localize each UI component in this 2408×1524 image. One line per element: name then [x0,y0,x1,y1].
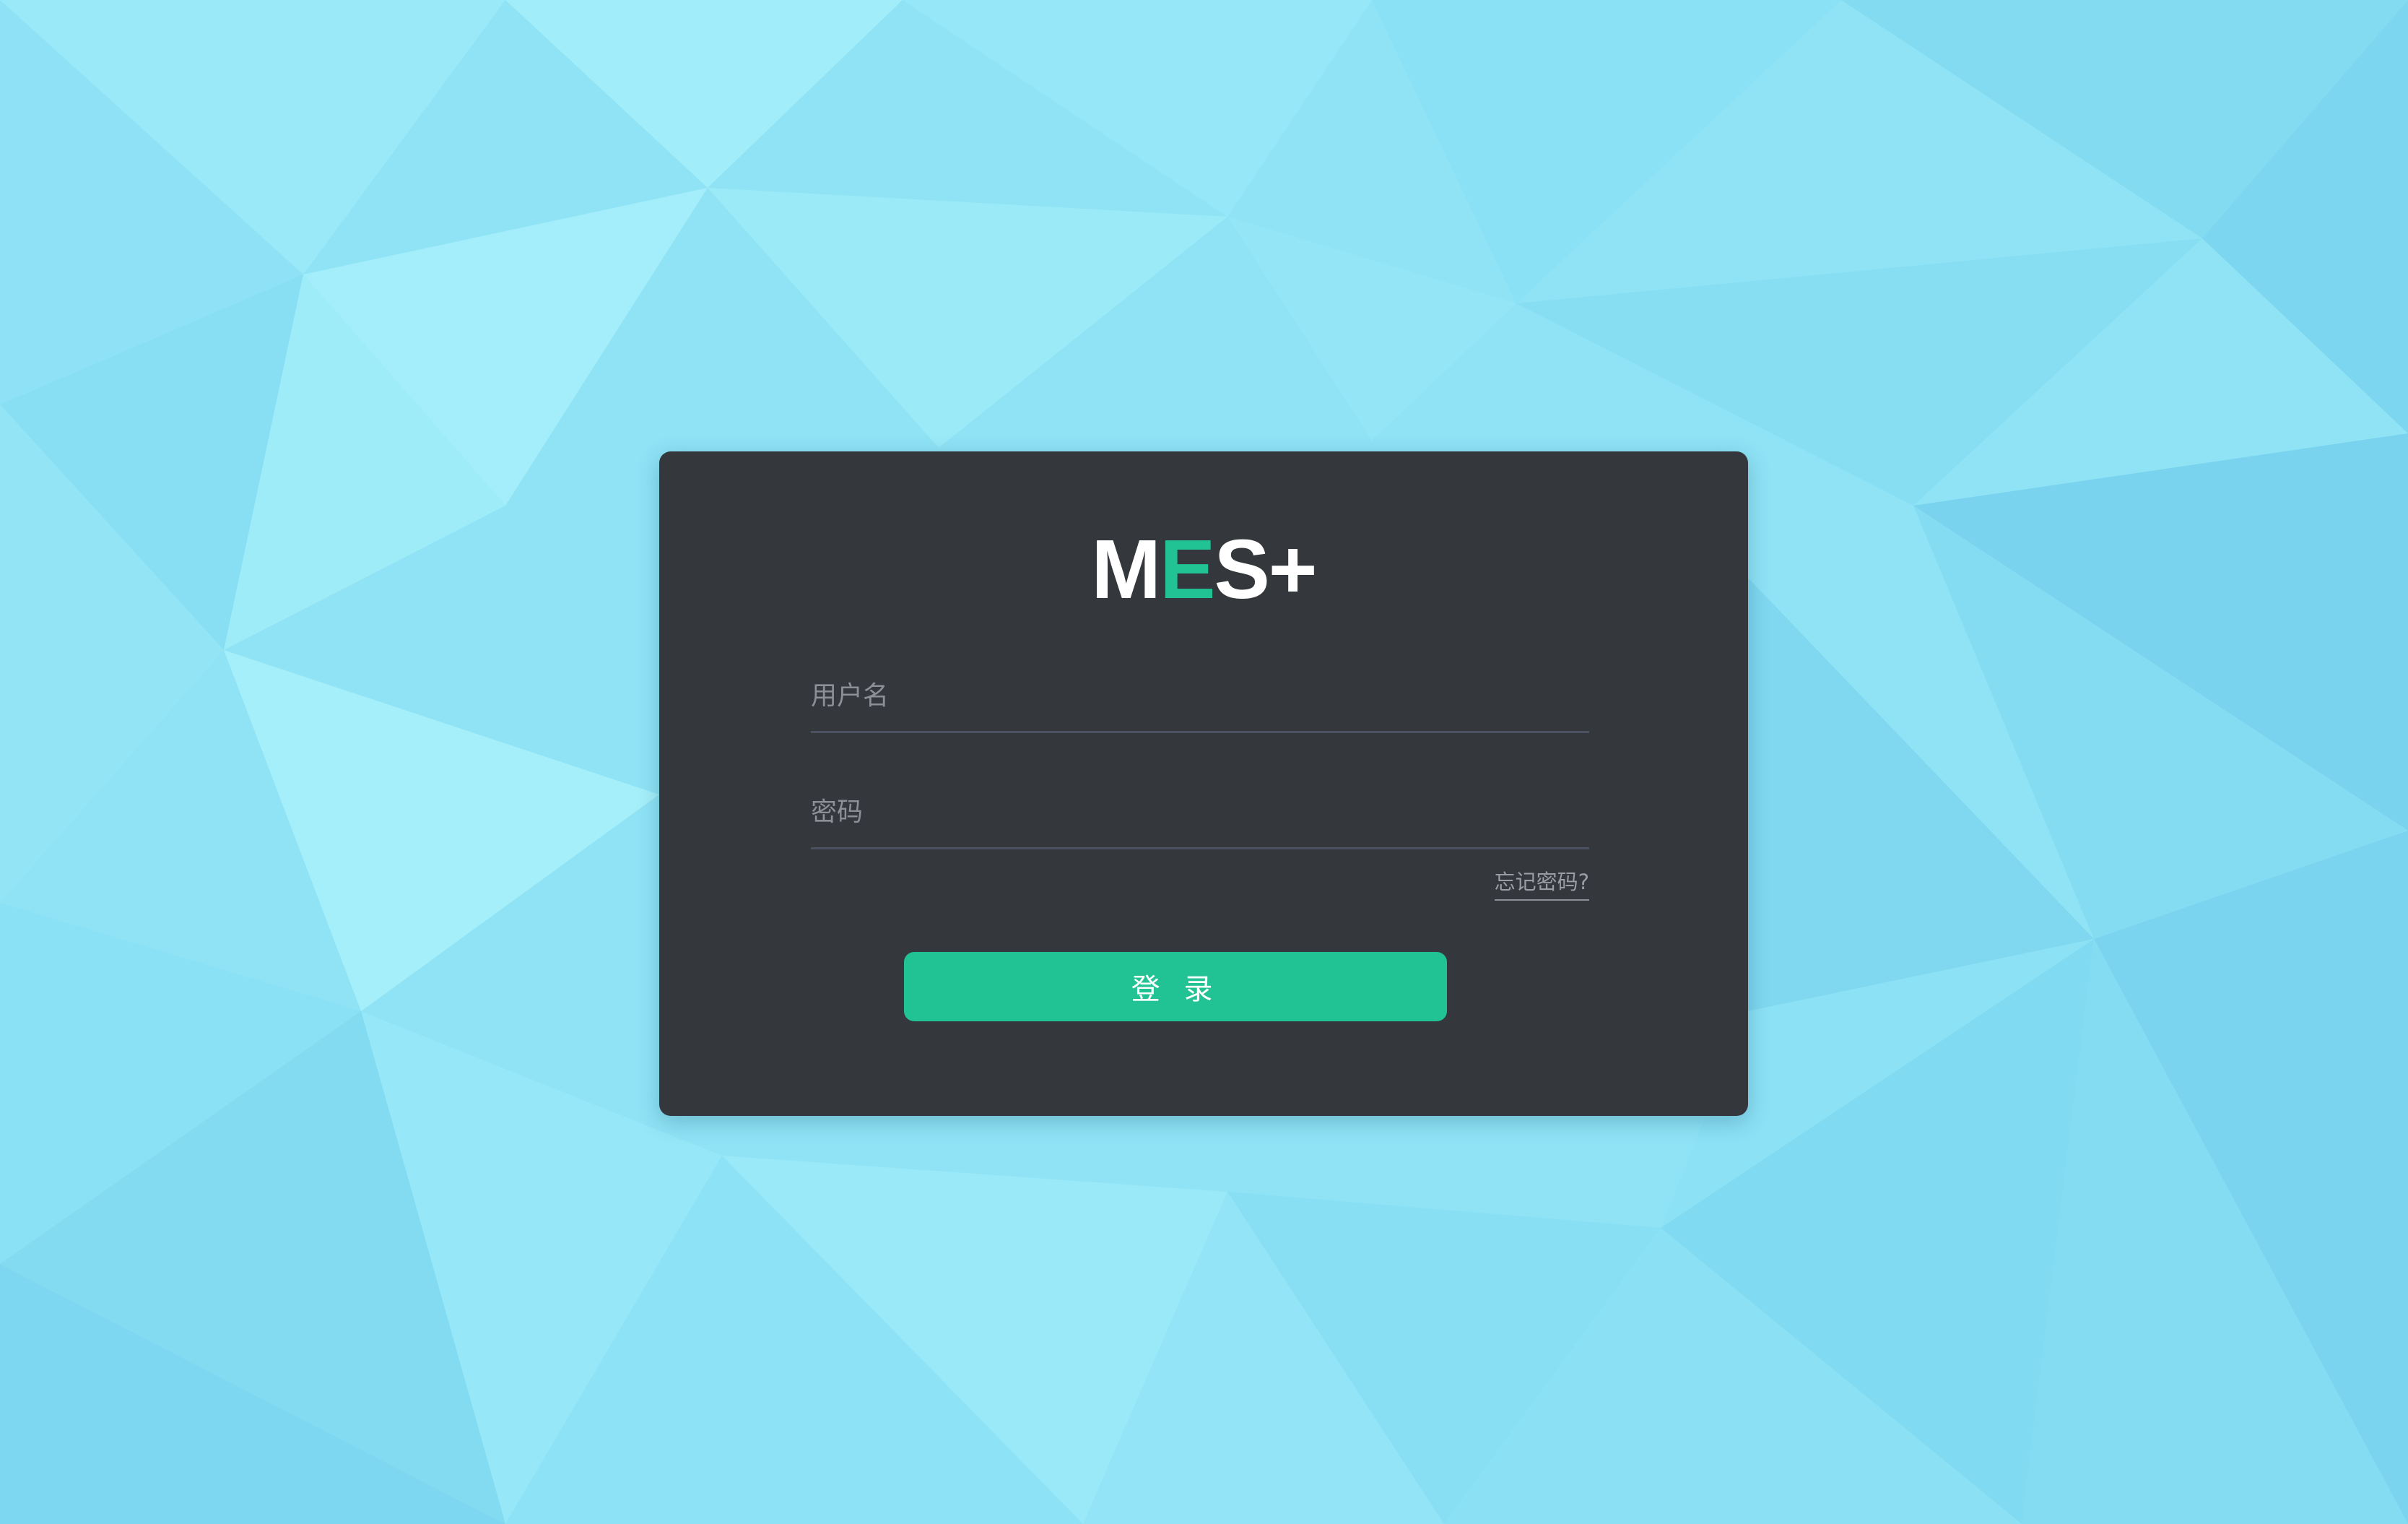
username-field [811,662,1589,733]
login-button[interactable]: 登 录 [904,952,1447,1021]
password-field [811,778,1589,849]
logo-letter-e: E [1160,522,1215,616]
password-input[interactable] [811,787,1589,837]
logo-letters-s-plus: S+ [1214,522,1317,616]
logo-letter-m: M [1091,522,1161,616]
app-logo: MES+ [659,522,1748,616]
login-card: MES+ 忘记密码? 登 录 [659,451,1748,1116]
username-input[interactable] [811,670,1589,721]
forgot-password-link[interactable]: 忘记密码? [1494,867,1589,901]
